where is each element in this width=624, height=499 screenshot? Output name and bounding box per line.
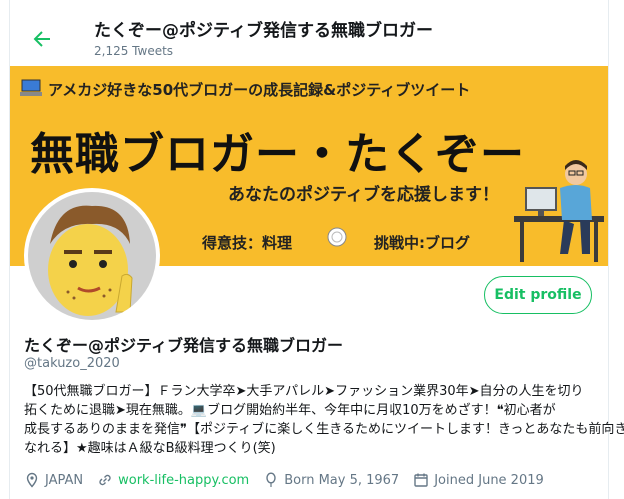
meta-born: Born May 5, 1967 (263, 472, 399, 488)
joined-text: Joined June 2019 (434, 472, 544, 488)
bio-line: なれる】★趣味はＡ級なB級料理つくり(笑) (24, 441, 276, 456)
bio-line: 【50代無職ブロガー】Ｆラン大学卒➤大手アパレル➤ファッション業界30年➤自分の… (24, 384, 584, 399)
bio-line: 拓くために退職➤現在無職。💻ブログ開始約半年、今年中に月収10万をめざす！❝初心… (24, 403, 556, 418)
profile-meta: JAPAN work-life-happy.com Born May 5, 19… (24, 470, 558, 490)
profile-header: たくぞー@ポジティブ発信する無職ブロガー 2,125 Tweets (10, 0, 608, 66)
bio-line: 成長するありのままを発信❞【ポジティブに楽しく生きるためにツイートします！きっと… (24, 422, 624, 437)
tweet-count: 2,125 Tweets (94, 44, 174, 58)
calendar-icon (414, 473, 428, 487)
balloon-icon (266, 472, 276, 487)
meta-joined: Joined June 2019 (413, 472, 544, 488)
location-text: JAPAN (45, 472, 84, 488)
avatar[interactable] (24, 188, 160, 324)
link-icon (99, 474, 111, 486)
arrow-left-icon[interactable] (30, 27, 54, 51)
banner-tagline: アメカジ好きな50代ブロガーの成長記録&ポジティブツイート (48, 81, 471, 99)
born-text: Born May 5, 1967 (284, 472, 400, 488)
laptop-icon (20, 79, 42, 96)
banner-skill: 得意技：料理 (202, 234, 293, 252)
location-pin-icon (26, 472, 38, 488)
avatar-illustration (28, 192, 156, 320)
banner-title: 無職ブロガー・たくぞー (30, 129, 525, 180)
website-link[interactable]: work-life-happy.com (118, 473, 249, 488)
meta-website[interactable]: work-life-happy.com (97, 472, 249, 488)
edit-profile-button[interactable]: Edit profile (484, 276, 592, 314)
header-title: たくぞー@ポジティブ発信する無職ブロガー (94, 21, 433, 41)
profile-handle: @takuzo_2020 (24, 356, 120, 371)
banner-challenge: 挑戦中:ブログ (374, 234, 470, 252)
banner-subtitle: あなたのポジティブを応援します！ (228, 185, 499, 205)
meta-location: JAPAN (24, 472, 83, 488)
plate-icon (327, 227, 347, 247)
profile-bio: 【50代無職ブロガー】Ｆラン大学卒➤大手アパレル➤ファッション業界30年➤自分の… (24, 382, 624, 458)
profile-name: たくぞー@ポジティブ発信する無職ブロガー (24, 336, 344, 355)
person-at-desk-illustration (514, 160, 604, 262)
